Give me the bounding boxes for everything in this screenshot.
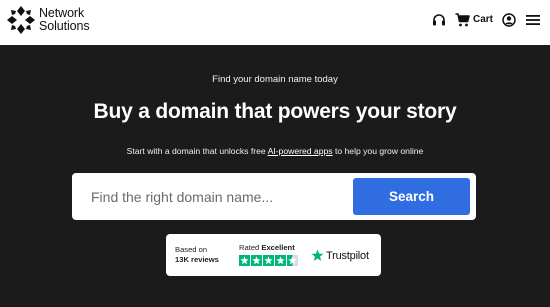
hamburger-menu-icon[interactable]: [526, 14, 540, 26]
rating-star-icon: [287, 255, 298, 266]
subline-text-after: to help you grow online: [332, 146, 424, 156]
trustpilot-star-icon: [311, 249, 324, 261]
hero-section: Find your domain name today Buy a domain…: [0, 45, 550, 307]
hero-headline: Buy a domain that powers your story: [93, 100, 457, 123]
rating-text: Rated Excellent: [239, 243, 295, 252]
brand-line-2: Solutions: [39, 19, 90, 33]
site-header: Network Solutions Cart: [0, 0, 550, 45]
network-solutions-logo-icon: [7, 6, 35, 34]
review-summary: Based on 13K reviews: [175, 245, 219, 265]
rating-star-icon: [263, 255, 274, 266]
search-button[interactable]: Search: [353, 178, 470, 215]
domain-search-box: Search: [72, 173, 476, 220]
based-on-label: Based on: [175, 245, 208, 254]
ai-apps-link[interactable]: AI-powered apps: [268, 146, 333, 156]
account-icon[interactable]: [502, 13, 516, 27]
hero-eyebrow: Find your domain name today: [212, 74, 338, 85]
brand-logo[interactable]: Network Solutions: [6, 5, 90, 35]
headset-icon[interactable]: [432, 13, 446, 27]
cart-link[interactable]: Cart: [473, 14, 493, 25]
star-rating: [239, 255, 299, 266]
rating-star-icon: [239, 255, 250, 266]
rating-star-icon: [275, 255, 286, 266]
review-count: 13K reviews: [175, 255, 219, 264]
hero-subline: Start with a domain that unlocks free AI…: [0, 146, 550, 156]
trustpilot-label: Trustpilot: [326, 249, 369, 262]
rated-prefix: Rated: [239, 243, 262, 252]
brand-name: Network Solutions: [39, 7, 90, 33]
trustpilot-card[interactable]: Based on 13K reviews Rated Excellent Tru…: [166, 234, 381, 276]
trustpilot-logo: Trustpilot: [311, 249, 369, 262]
subline-text-before: Start with a domain that unlocks free: [126, 146, 268, 156]
rating-word: Excellent: [261, 243, 295, 252]
rating-star-icon: [251, 255, 262, 266]
cart-icon[interactable]: [455, 13, 470, 27]
domain-search-input[interactable]: [82, 181, 352, 212]
